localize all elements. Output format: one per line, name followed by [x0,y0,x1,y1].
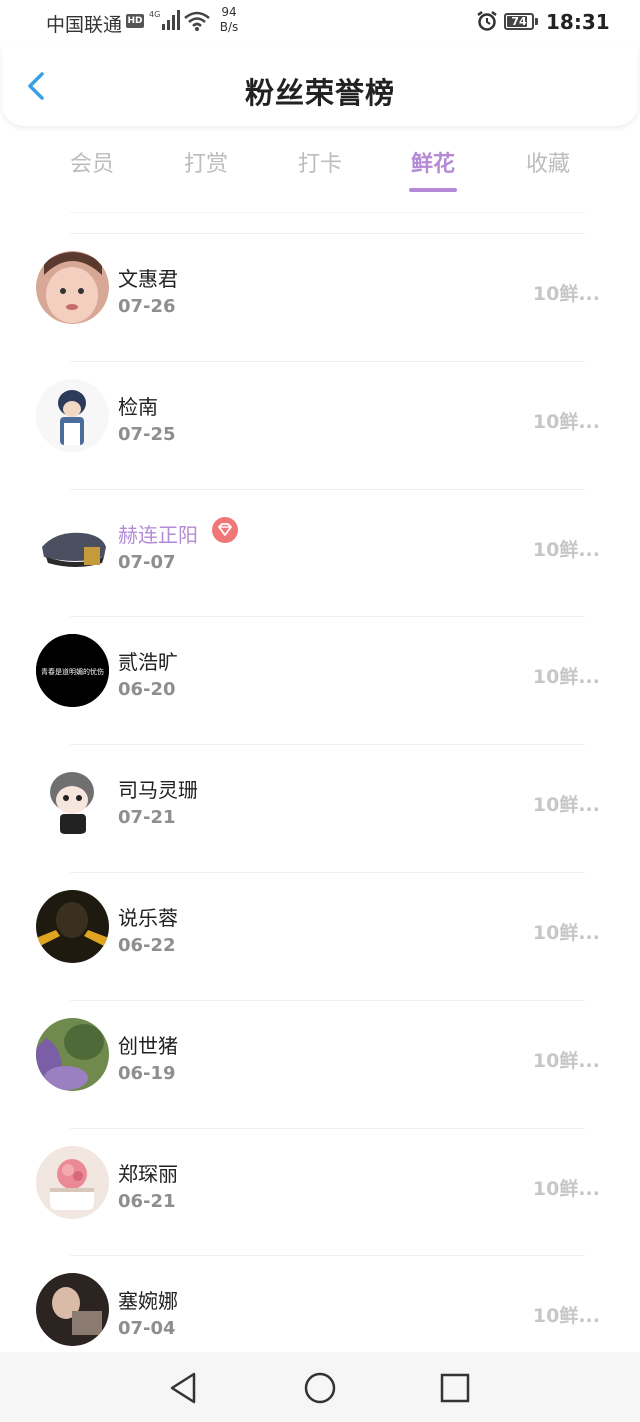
battery-tip [535,18,538,25]
fan-list: 文惠君 07-26 10鲜... 检南 07-25 10鲜... 赫连正阳 07… [0,233,640,1383]
clock: 18:31 [546,10,610,34]
list-item[interactable]: 赫连正阳 07-07 10鲜... [0,488,640,617]
network-speed-unit: B/s [219,20,239,34]
tab-bar: 会员 打赏 打卡 鲜花 收藏 [0,140,640,196]
avatar-caption: 青春是道明媚的忧伤 [41,667,104,676]
list-item[interactable]: 郑琛丽 06-21 10鲜... [0,1127,640,1256]
avatar[interactable] [36,1017,109,1091]
tab-member[interactable]: 会员 [52,146,132,178]
fan-date: 07-26 [118,296,176,317]
fan-name: 说乐蓉 [118,905,178,930]
nav-back-icon[interactable] [164,1368,204,1408]
divider [70,488,585,490]
carrier-label: 中国联通 [46,14,123,36]
tab-reward[interactable]: 打赏 [166,146,246,178]
fan-date: 07-07 [118,551,176,573]
tab-flowers[interactable]: 鲜花 [393,146,473,178]
fan-date: 06-21 [118,1190,176,1212]
fan-date: 07-04 [118,1318,176,1340]
divider [70,233,585,234]
fan-name: 司马灵珊 [118,778,198,803]
flower-amount: 10鲜... [532,1177,600,1200]
avatar[interactable] [36,889,109,963]
divider [70,744,585,746]
alarm-icon [477,11,497,31]
avatar[interactable] [36,378,109,452]
page-title: 粉丝荣誉榜 [244,76,395,110]
fan-name: 赫连正阳 [118,522,198,547]
network-speed-value: 94 [221,5,237,19]
fan-name: 文惠君 [118,267,178,291]
hd-icon: HD [126,14,144,28]
flower-amount: 10鲜... [532,794,600,817]
tab-active-indicator [409,188,457,192]
list-item[interactable]: 创世猪 06-19 10鲜... [0,999,640,1128]
nav-home-icon[interactable] [300,1368,340,1408]
fan-name: 检南 [118,394,158,419]
system-nav-bar [0,1352,640,1422]
flower-amount: 10鲜... [532,283,600,305]
fan-name: 塞婉娜 [118,1289,178,1314]
avatar[interactable] [36,251,109,324]
tab-favorites[interactable]: 收藏 [508,146,588,178]
list-item[interactable]: 检南 07-25 10鲜... [0,360,640,489]
fan-date: 07-21 [118,807,176,829]
fan-date: 07-25 [118,423,176,445]
avatar[interactable]: 青春是道明媚的忧伤 [36,634,109,708]
battery-icon: 74 [504,13,534,30]
avatar[interactable] [36,762,109,836]
svg-text:4G: 4G [149,10,160,19]
list-item[interactable]: 司马灵珊 07-21 10鲜... [0,744,640,872]
divider [70,616,585,618]
screen: 中国联通 HD 4G 94 B/s 74 18:31 粉丝荣誉榜 会员 打赏 打… [0,0,640,1422]
fan-date: 06-20 [118,679,176,701]
fan-name: 郑琛丽 [118,1161,178,1186]
wifi-icon [184,11,210,31]
avatar[interactable] [36,506,109,580]
flower-amount: 10鲜... [532,1305,600,1328]
list-item[interactable]: 青春是道明媚的忧伤 贰浩旷 06-20 10鲜... [0,616,640,744]
divider [70,212,585,213]
flower-amount: 10鲜... [532,921,600,944]
tab-checkin[interactable]: 打卡 [280,146,360,178]
fan-name: 贰浩旷 [118,650,178,675]
battery-level: 74 [511,15,527,28]
flower-amount: 10鲜... [532,666,600,689]
fan-date: 06-22 [118,934,176,956]
fan-name: 创世猪 [118,1033,178,1058]
list-item[interactable]: 说乐蓉 06-22 10鲜... [0,871,640,1000]
fan-date: 06-19 [118,1062,176,1084]
avatar[interactable] [36,1145,109,1219]
divider [70,360,585,362]
avatar[interactable] [36,1273,109,1347]
divider [70,1255,585,1257]
signal-icon: 4G [149,10,180,30]
divider [70,999,585,1001]
flower-amount: 10鲜... [532,410,600,433]
divider [70,871,585,873]
vip-diamond-icon [212,517,238,543]
flower-amount: 10鲜... [532,1049,600,1072]
flower-amount: 10鲜... [532,538,600,561]
nav-recents-icon[interactable] [435,1368,475,1408]
list-item[interactable]: 文惠君 07-26 10鲜... [0,233,640,361]
divider [70,1127,585,1129]
status-bar: 中国联通 HD 4G 94 B/s 74 18:31 [0,0,640,44]
header: 粉丝荣誉榜 [2,46,638,126]
network-speed: 94 B/s [214,5,244,35]
